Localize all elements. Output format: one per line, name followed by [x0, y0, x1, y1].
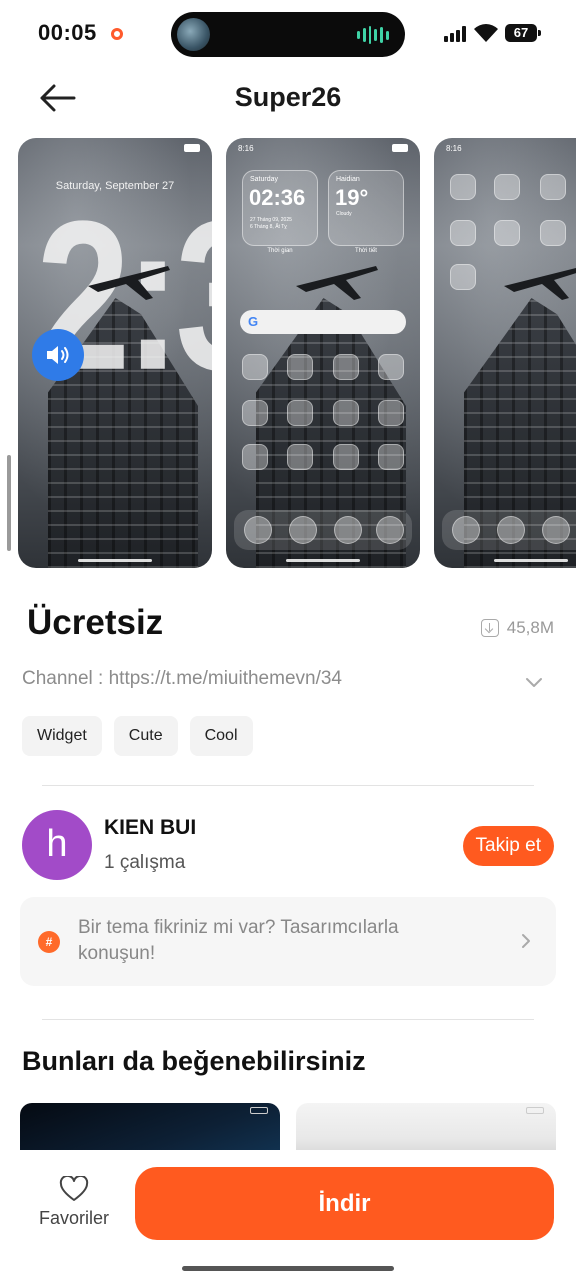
signal-icon	[444, 26, 466, 42]
app-icon	[378, 400, 404, 426]
camera-icon	[376, 516, 404, 544]
app-icon	[242, 444, 268, 470]
download-button[interactable]: İndir	[135, 1167, 554, 1240]
tag-list: Widget Cute Cool	[22, 716, 253, 756]
tag-chip[interactable]: Widget	[22, 716, 102, 756]
price-label: Ücretsiz	[27, 603, 164, 642]
author-avatar[interactable]: h	[22, 810, 92, 880]
messages-icon	[497, 516, 525, 544]
wifi-icon	[474, 24, 498, 42]
follow-button[interactable]: Takip et	[462, 826, 554, 866]
app-vault-icon	[450, 264, 476, 290]
designer-chat-card[interactable]: # Bir tema fikriniz mi var? Tasarımcılar…	[20, 897, 556, 986]
preview-status-bar: 8:16	[446, 144, 462, 153]
dock	[442, 510, 576, 550]
messages-icon	[289, 516, 317, 544]
phone-icon	[452, 516, 480, 544]
designer-chat-text: Bir tema fikriniz mi var? Tasarımcılarla…	[78, 917, 399, 964]
weather-widget: Haidian 19° Cloudy	[328, 170, 404, 246]
page-title: Super26	[234, 82, 342, 112]
app-icon	[333, 400, 359, 426]
airplane-icon	[88, 266, 170, 300]
size-value: 45,8M	[506, 618, 554, 637]
chrome-icon	[334, 516, 362, 544]
system-apps-icon	[540, 174, 566, 200]
netflix-icon	[540, 220, 566, 246]
app-icon	[287, 354, 313, 380]
preview-status-bar	[30, 144, 200, 156]
app-icon	[242, 400, 268, 426]
app-icon	[378, 354, 404, 380]
download-size: 45,8M	[480, 618, 554, 638]
favorite-button[interactable]: Favoriler	[30, 1174, 118, 1230]
status-time: 00:05	[38, 20, 97, 45]
status-bar: 00:05 67	[0, 0, 576, 66]
audio-wave-icon	[357, 25, 389, 45]
google-search-bar: G	[240, 310, 406, 334]
favorite-label: Favoriler	[38, 1208, 109, 1228]
media-thumbnail	[177, 18, 210, 51]
file-manager-icon	[450, 174, 476, 200]
app-icon	[333, 444, 359, 470]
heart-icon	[59, 1176, 89, 1201]
dynamic-island[interactable]	[171, 12, 405, 57]
app-icon	[287, 400, 313, 426]
app-icon	[242, 354, 268, 380]
chevron-down-icon[interactable]	[522, 670, 546, 694]
app-icon	[287, 444, 313, 470]
tag-chip[interactable]: Cute	[113, 716, 178, 756]
tag-chip[interactable]: Cool	[189, 716, 253, 756]
chrome-icon	[542, 516, 570, 544]
volume-button[interactable]	[32, 329, 84, 381]
dock	[234, 510, 412, 550]
speaker-icon	[47, 346, 69, 364]
battery-icon: 67	[505, 24, 541, 42]
clock-widget: Saturday 02:36 27 Tháng 09, 2025 6 Tháng…	[242, 170, 318, 246]
scroll-indicator[interactable]	[7, 455, 11, 551]
phone-icon	[244, 516, 272, 544]
author-name[interactable]: KIEN BUI	[104, 816, 196, 840]
divider	[42, 1019, 534, 1020]
airplane-icon	[296, 266, 378, 300]
author-works-count: 1 çalışma	[104, 852, 186, 873]
recommendations-title: Bunları da beğenebilirsiniz	[22, 1046, 366, 1076]
mi-home-icon	[494, 174, 520, 200]
chevron-right-icon	[522, 934, 530, 948]
games-icon	[450, 220, 476, 246]
recording-indicator-icon	[111, 28, 123, 40]
theme-description: Channel : https://t.me/miuithemevn/34	[22, 668, 342, 689]
home-indicator[interactable]	[182, 1266, 394, 1271]
divider	[42, 785, 534, 786]
preview-carousel[interactable]: Saturday, September 27 2:36 8:16 Saturda…	[18, 138, 576, 568]
preview-lockscreen[interactable]: Saturday, September 27 2:36	[18, 138, 212, 568]
preview-status-bar: 8:16	[238, 144, 408, 156]
app-icon	[333, 354, 359, 380]
preview-homescreen[interactable]: 8:16 Saturday 02:36 27 Tháng 09, 2025 6 …	[226, 138, 420, 568]
chat-hash-icon: #	[38, 931, 60, 953]
preview-app-drawer[interactable]: 8:16	[434, 138, 576, 568]
mi-store-icon	[494, 220, 520, 246]
app-icon	[378, 444, 404, 470]
airplane-icon	[504, 268, 576, 300]
download-size-icon	[480, 619, 499, 637]
